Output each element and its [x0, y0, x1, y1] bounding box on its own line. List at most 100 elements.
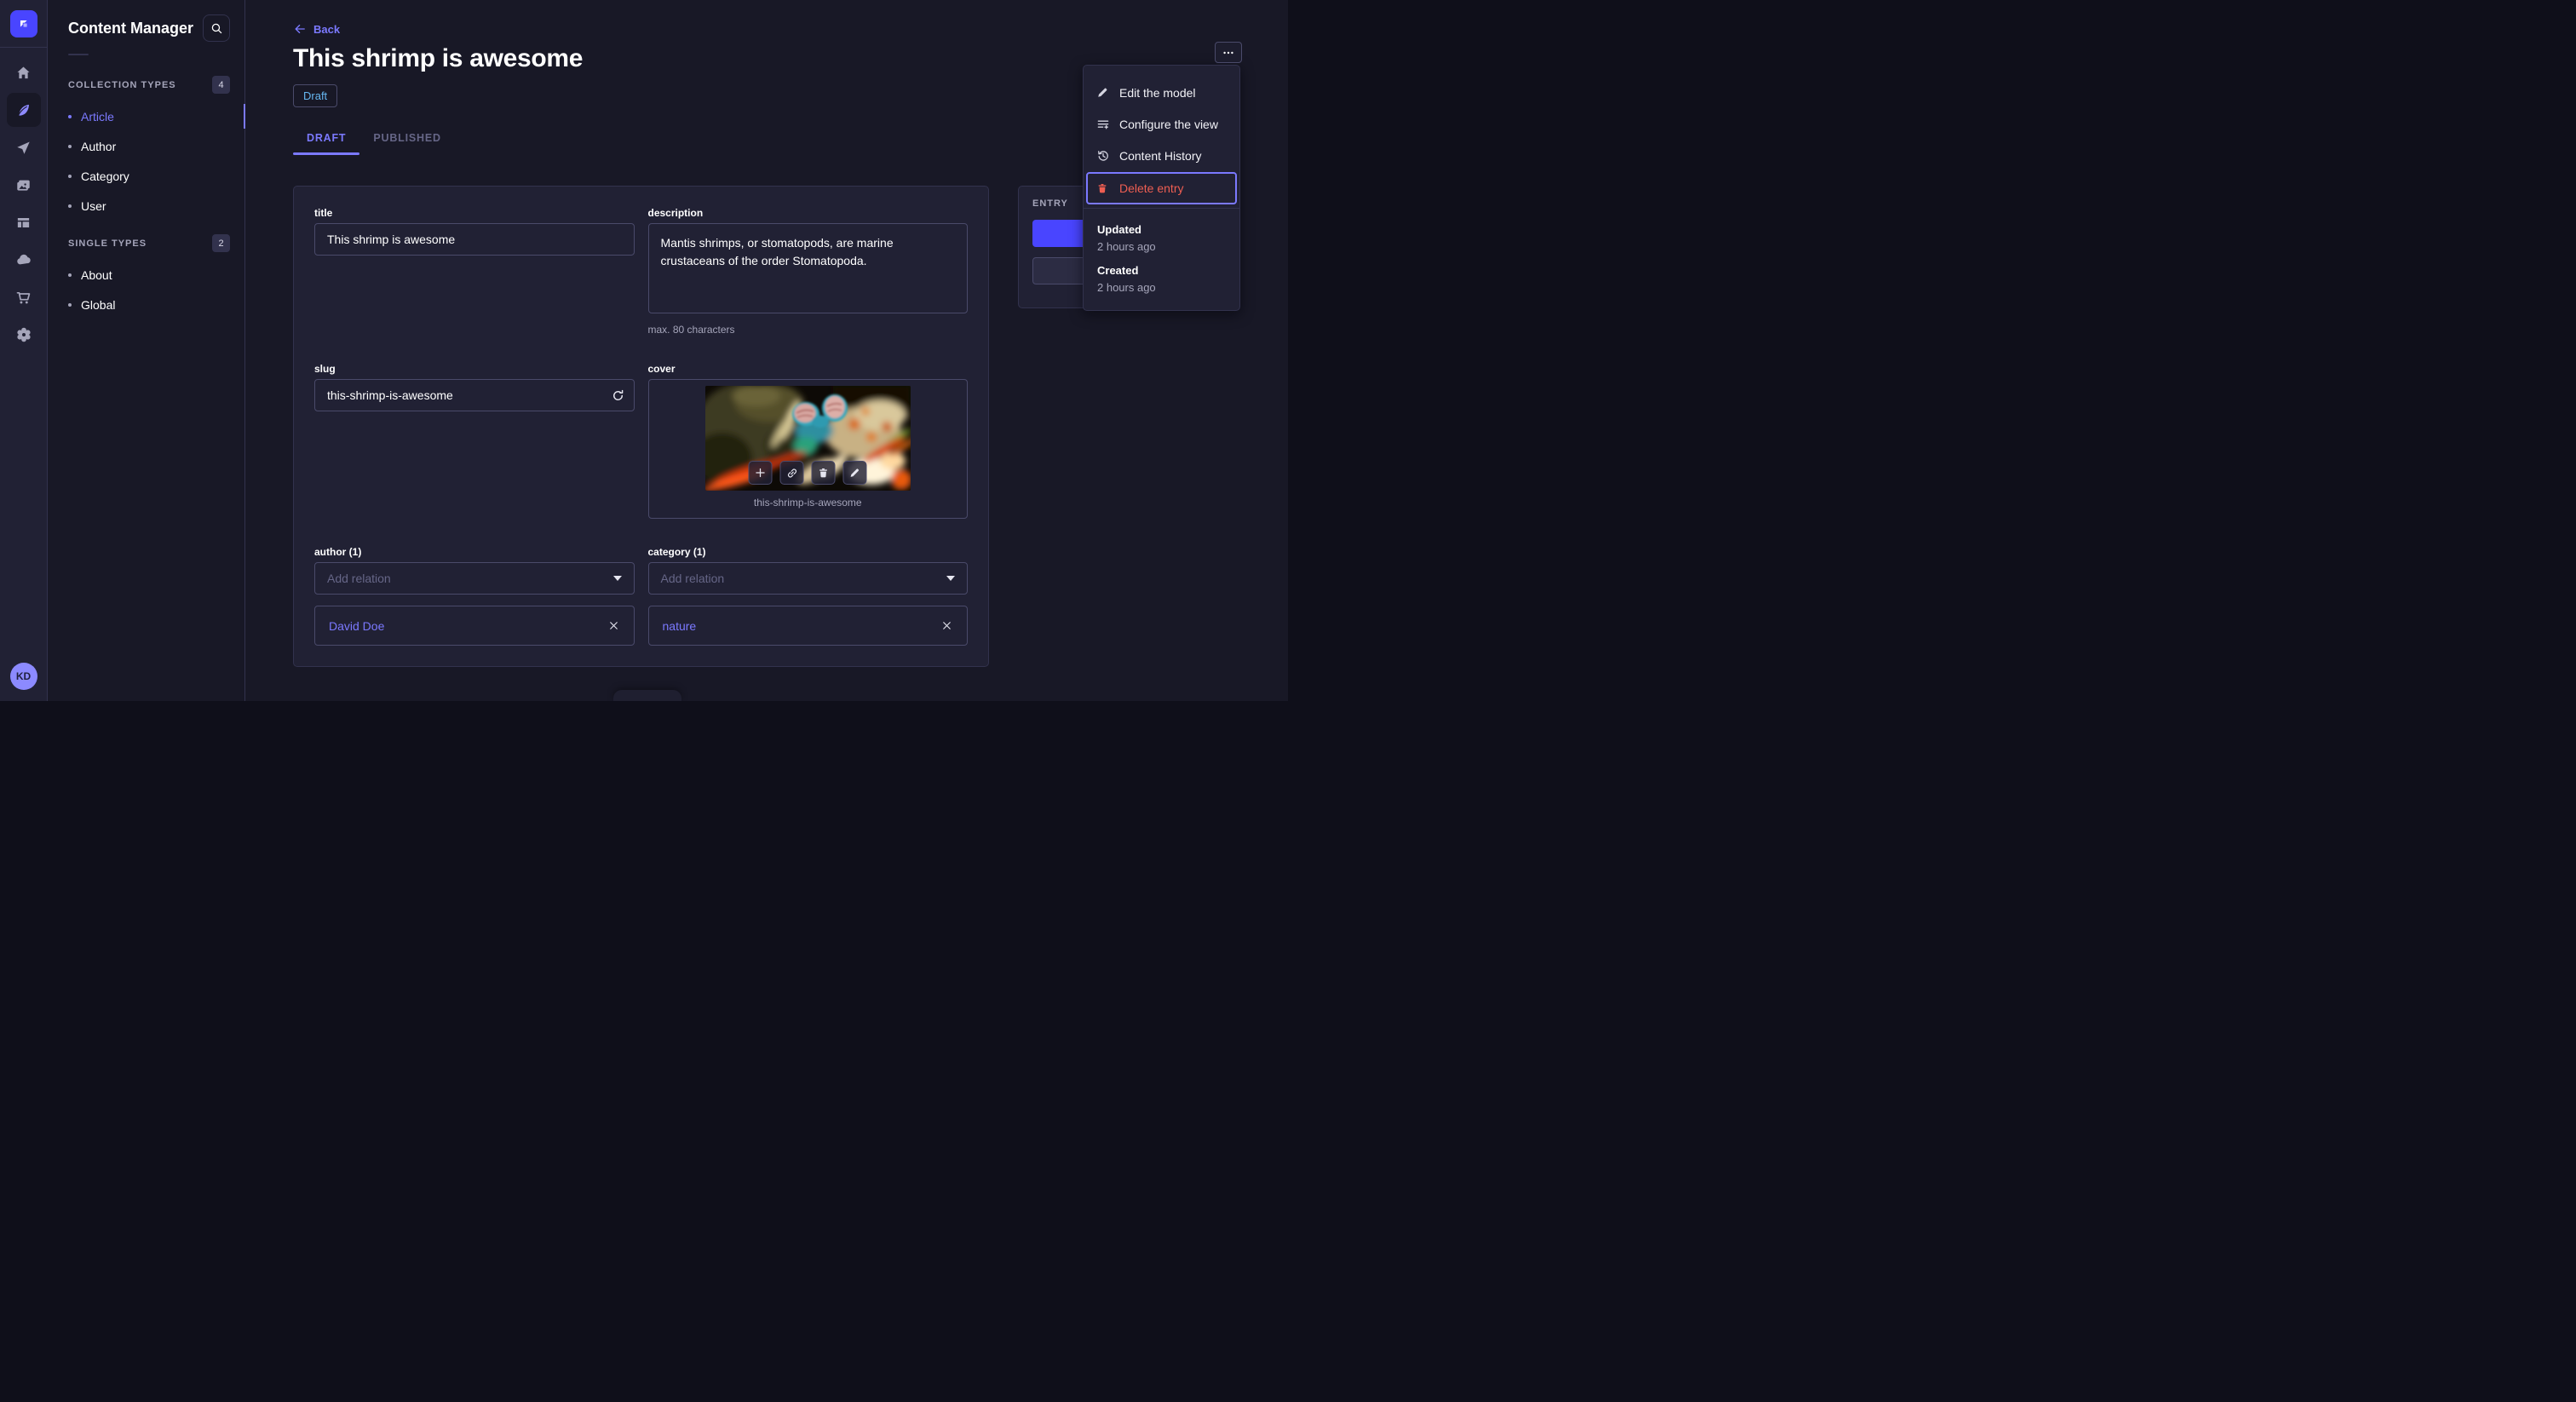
field-label: author (1) [314, 546, 362, 558]
field-label: description [647, 207, 704, 219]
marketplace-icon[interactable] [7, 280, 41, 314]
sidebar-item-label: Category [81, 169, 129, 183]
refresh-icon [613, 389, 624, 400]
sidebar-item-about[interactable]: About [48, 260, 244, 290]
back-link[interactable]: Back [293, 22, 340, 36]
title-input[interactable] [314, 223, 635, 256]
bullet-icon [68, 114, 72, 118]
regenerate-slug-button[interactable] [610, 387, 627, 404]
close-icon [943, 622, 951, 629]
status-badge: Draft [293, 84, 338, 107]
menu-item-configure-view[interactable]: Configure the view [1084, 108, 1239, 140]
remove-author-relation-button[interactable] [607, 619, 620, 632]
field-label: category (1) [647, 546, 706, 558]
field-author: author (1) Add relation David Doe [314, 546, 635, 646]
content-manager-subnav: Content Manager COLLECTION TYPES 4 Artic… [48, 0, 245, 701]
copy-link-button[interactable] [779, 461, 804, 485]
sidebar-item-user[interactable]: User [48, 191, 244, 221]
trash-icon [1096, 182, 1111, 194]
menu-item-delete-entry[interactable]: Delete entry [1086, 172, 1237, 204]
field-description: description Mantis shrimps, or stomatopo… [647, 207, 968, 336]
relation-link[interactable]: David Doe [329, 619, 384, 633]
created-label: Created [1097, 264, 1139, 277]
sidebar-item-label: User [81, 198, 106, 213]
back-label: Back [313, 22, 341, 36]
sidebar-item-label: About [81, 267, 112, 282]
close-icon [609, 622, 618, 629]
tab-draft[interactable]: DRAFT [293, 127, 360, 155]
author-relation-select[interactable]: Add relation [314, 562, 635, 595]
cloud-icon[interactable] [7, 243, 41, 277]
sidebar-item-label: Global [81, 297, 116, 312]
home-icon[interactable] [7, 55, 41, 89]
slug-input[interactable] [314, 379, 635, 411]
subnav-title: Content Manager [68, 19, 194, 37]
configure-list-icon [1096, 118, 1111, 131]
field-label: title [314, 207, 333, 219]
sidebar-item-author[interactable]: Author [48, 131, 244, 161]
bullet-icon [68, 174, 72, 178]
content-type-builder-icon[interactable] [7, 205, 41, 239]
search-button[interactable] [203, 14, 230, 42]
sidebar-item-global[interactable]: Global [48, 290, 244, 319]
delete-media-button[interactable] [811, 461, 836, 485]
relation-link[interactable]: nature [663, 619, 697, 633]
media-library-icon[interactable] [7, 168, 41, 202]
menu-item-label: Delete entry [1119, 181, 1184, 195]
menu-meta-section: Updated 2 hours ago Created 2 hours ago [1084, 209, 1239, 310]
menu-item-edit-model[interactable]: Edit the model [1084, 77, 1239, 108]
menu-item-content-history[interactable]: Content History [1084, 140, 1239, 171]
bullet-icon [68, 273, 72, 277]
description-textarea[interactable]: Mantis shrimps, or stomatopods, are mari… [647, 223, 968, 313]
trash-icon [819, 468, 828, 478]
rail-icon-list [6, 55, 41, 352]
remove-category-relation-button[interactable] [940, 619, 953, 632]
cover-image [704, 386, 911, 491]
sidebar-item-category[interactable]: Category [48, 161, 244, 191]
section-label: SINGLE TYPES [68, 238, 147, 249]
pencil-icon [850, 468, 860, 477]
collection-types-count-badge: 4 [212, 76, 230, 94]
author-relation-item: David Doe [314, 606, 635, 646]
menu-item-label: Content History [1119, 148, 1202, 163]
created-value: 2 hours ago [1097, 281, 1156, 294]
single-types-section: SINGLE TYPES 2 About Global [48, 234, 244, 319]
more-options-menu: Edit the model Configure the view Conten… [1083, 65, 1240, 311]
strapi-admin-app: KD Content Manager COLLECTION TYPES 4 Ar… [0, 0, 1288, 701]
back-arrow-icon [295, 24, 305, 34]
chevron-down-icon [946, 576, 955, 581]
updated-label: Updated [1097, 223, 1141, 236]
main-area: Back This shrimp is awesome Draft DRAFT … [245, 0, 1288, 701]
add-media-button[interactable] [748, 461, 773, 485]
subnav-divider [68, 54, 89, 55]
field-cover: cover this-shrimp-is-awesome [647, 363, 968, 519]
description-hint: max. 80 characters [647, 324, 735, 336]
select-placeholder: Add relation [660, 572, 725, 585]
bullet-icon [68, 302, 72, 307]
logo-section [0, 0, 47, 48]
bullet-icon [68, 204, 72, 208]
updated-value: 2 hours ago [1097, 240, 1156, 253]
strapi-logo[interactable] [9, 9, 37, 37]
cover-actions [748, 461, 867, 485]
collapsed-panel-handle[interactable] [613, 690, 681, 701]
menu-item-label: Configure the view [1119, 117, 1218, 131]
sidebar-item-article[interactable]: Article [48, 101, 245, 131]
section-label: COLLECTION TYPES [68, 79, 176, 90]
content-manager-icon[interactable] [6, 93, 41, 127]
chevron-down-icon [612, 576, 622, 581]
user-avatar[interactable]: KD [9, 663, 37, 690]
link-icon [787, 468, 796, 477]
field-slug: slug [314, 363, 635, 411]
settings-icon[interactable] [7, 318, 41, 352]
edit-media-button[interactable] [842, 461, 867, 485]
more-options-button[interactable] [1215, 42, 1242, 63]
pencil-icon [1096, 86, 1111, 99]
releases-icon[interactable] [7, 130, 41, 164]
tab-published[interactable]: PUBLISHED [359, 127, 454, 155]
history-icon [1096, 149, 1111, 163]
bullet-icon [68, 144, 72, 148]
category-relation-select[interactable]: Add relation [647, 562, 968, 595]
field-category: category (1) Add relation nature [647, 546, 968, 646]
more-dots-icon [1223, 51, 1233, 54]
